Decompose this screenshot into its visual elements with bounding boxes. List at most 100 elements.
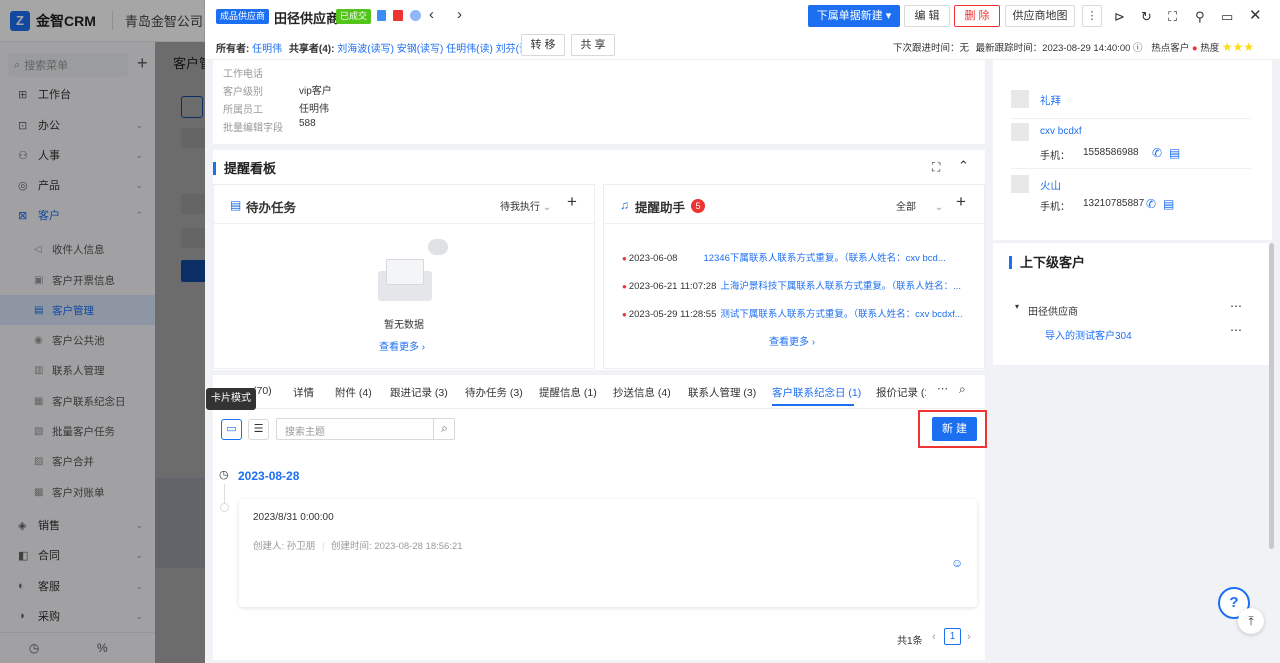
window-icon[interactable]: ▭ [1221,9,1233,25]
customer-title: 田径供应商 [274,11,340,26]
message-icon[interactable]: ▤ [1163,197,1174,211]
more-icon[interactable]: ⋯ [1230,323,1242,337]
transfer-button[interactable]: 转 移 [521,34,565,56]
field-value: 588 [299,118,316,129]
tab-quotes[interactable]: 报价记录 (1 [876,385,926,400]
topic-search-input[interactable]: 搜索主题 ⌕ [276,418,455,440]
phone-icon[interactable]: ✆ [1146,197,1156,211]
field-value: vip客户 [299,86,332,97]
avatar [1011,123,1029,141]
add-icon[interactable]: + [567,192,577,212]
phone-icon[interactable]: ✆ [1152,146,1162,160]
reminder-item[interactable]: ● 2023-05-29 11:28:55 测试下属联系人联系方式重复。（联系人姓名… [622,306,972,320]
tab-todos[interactable]: 待办任务 (3) [465,385,523,400]
tab-cc[interactable]: 抄送信息 (4) [613,385,671,400]
edit-button[interactable]: 编 辑 [904,5,950,27]
tab-reminders[interactable]: 提醒信息 (1) [539,385,597,400]
divider [604,223,984,224]
sharer-link[interactable]: 安钢(读写) [397,44,444,55]
refresh-icon[interactable]: ↻ [1141,9,1152,25]
more-vertical-icon[interactable]: ⋮ [1082,5,1102,27]
modal-overlay-strip [155,42,205,663]
active-tab-indicator [772,404,854,406]
avatar [1011,90,1029,108]
supplier-type-tag: 成品供应商 [216,9,270,24]
tab-followups[interactable]: 跟进记录 (3) [390,385,448,400]
star-icon: ★ [1232,40,1244,54]
divider [1011,168,1251,169]
todo-panel: ▤ 待办任务 待我执行 ⌄ + 暂无数据 查看更多 › [213,184,595,369]
assistant-more-link[interactable]: 查看更多 › [769,333,815,348]
play-icon[interactable]: ⊳ [1114,9,1125,25]
reminder-item[interactable]: ● 2023-06-21 11:07:28 上海沪景科技下属联系人联系方式重复。（联… [622,278,972,292]
reminder-item[interactable]: ● 2023-06-08 12346下属联系人联系方式重复。（联系人姓名：cxv b… [622,250,972,264]
contact-name[interactable]: 礼拜 [1040,93,1061,108]
bullet-icon: ● [622,310,627,319]
expand-icon[interactable]: ⛶ [932,160,940,175]
field-label: 工作电话 [223,69,263,80]
chevron-right-icon: › [811,337,816,348]
bell-icon: ♫ [620,198,629,212]
fullscreen-icon[interactable]: ⛶ [1168,9,1177,25]
todo-filter[interactable]: 待我执行 ⌄ [500,198,551,213]
timeline-dot [220,503,229,512]
phone-number: 1558586988 [1083,147,1139,158]
contacts-card: 礼拜 cxv bcdxf 手机： 1558586988 ✆ ▤ 火山 手机： 1… [993,60,1272,240]
pdf-icon[interactable] [393,10,403,21]
doc-icon[interactable] [377,10,386,21]
chevron-down-icon: ⌄ [934,202,944,213]
empty-text: 暂无数据 [384,320,424,331]
settings-icon[interactable] [410,10,421,21]
subordinate-new-button[interactable]: 下属单据新建 ▾ [808,5,900,27]
close-icon[interactable]: ✕ [1249,6,1262,24]
tab-details[interactable]: 详情 [293,385,314,400]
card-view-icon[interactable]: ▭ [221,419,242,440]
prev-page-icon[interactable]: ‹ [932,631,936,643]
field-label: 批量编辑字段 [223,123,283,134]
new-button[interactable]: 新 建 [932,417,977,441]
emoji-icon[interactable]: ☺ [951,556,963,570]
sharer-link[interactable]: 刘海波(读写) [337,44,394,55]
contact-name[interactable]: cxv bcdxf [1040,126,1082,137]
scrollbar[interactable] [1269,243,1274,549]
sharer-link[interactable]: 任明伟(读) [446,44,493,55]
chevron-down-icon: ⌄ [542,202,552,213]
anniversary-card[interactable]: 2023/8/31 0:00:00 创建人: 孙卫朋 | 创建时间: 2023-… [239,499,977,607]
add-icon[interactable]: + [956,192,966,212]
next-page-icon[interactable]: › [967,631,971,643]
message-icon[interactable]: ▤ [1169,146,1180,160]
todo-more-link[interactable]: 查看更多 › [379,338,425,353]
anniversary-date: 2023/8/31 0:00:00 [253,512,334,523]
tab-contacts[interactable]: 联系人管理 (3) [688,385,756,400]
help-icon[interactable]: ⓘ [1133,43,1143,54]
chevron-left-icon[interactable]: ‹ [429,6,434,23]
tab-anniversary[interactable]: 客户联系纪念日 (1) [772,385,861,400]
task-icon: ▤ [230,198,242,212]
child-customer[interactable]: 导入的测试客户304 [1045,327,1132,342]
more-tabs-icon[interactable]: ⋯ [937,382,948,395]
contact-name[interactable]: 火山 [1040,178,1061,193]
delete-button[interactable]: 删 除 [954,5,1000,27]
supplier-map-button[interactable]: 供应商地图 [1005,5,1075,27]
star-icon: ★ [1243,40,1255,54]
collapse-up-icon[interactable]: ⌃ [958,158,969,174]
creator-info: 创建人: 孙卫朋 | 创建时间: 2023-08-28 18:56:21 [253,541,463,552]
assistant-filter[interactable]: 全部 ⌄ [896,198,943,213]
more-icon[interactable]: ⋯ [1230,299,1242,313]
parent-customer[interactable]: 田径供应商 [1028,303,1078,318]
tab-attachments[interactable]: 附件 (4) [335,385,372,400]
share-button[interactable]: 共 享 [571,34,615,56]
search-icon[interactable]: ⌕ [959,382,966,397]
search-icon[interactable]: ⌕ [433,419,455,439]
timeline-date: 2023-08-28 [238,469,300,483]
chevron-right-icon[interactable]: › [457,6,462,23]
list-view-icon[interactable]: ☰ [248,419,269,440]
pagination-total: 共1条 [897,636,923,647]
page-number[interactable]: 1 [944,628,961,645]
link-icon[interactable]: ⚲ [1195,9,1205,25]
owner-link[interactable]: 任明伟 [252,44,282,55]
back-to-top-icon[interactable]: ⤒ [1238,608,1264,634]
reminder-board: 提醒看板 ⛶ ⌃ ▤ 待办任务 待我执行 ⌄ + 暂无数据 查看更多 › ♫ 提… [213,150,985,370]
caret-down-icon[interactable]: ▾ [1015,302,1019,311]
status-tag: 已成交 [336,9,372,24]
